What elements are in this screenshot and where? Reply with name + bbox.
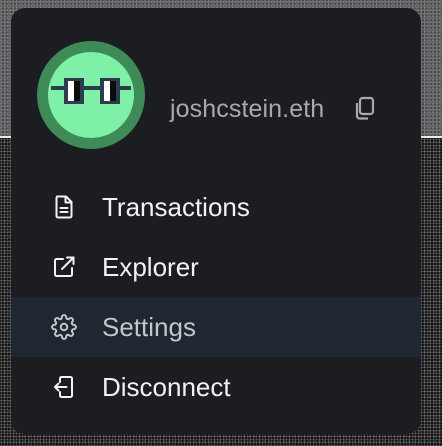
account-profile: joshcstein.eth xyxy=(11,8,421,183)
menu-item-label: Transactions xyxy=(102,192,250,222)
menu-item-label: Explorer xyxy=(102,252,199,282)
menu-item-settings[interactable]: Settings xyxy=(11,297,421,357)
document-icon xyxy=(51,194,77,220)
external-link-icon xyxy=(51,254,77,280)
menu-item-label: Disconnect xyxy=(102,372,231,402)
account-dropdown-menu: joshcstein.eth Transactions Explorer Set… xyxy=(11,8,421,434)
copy-icon[interactable] xyxy=(352,95,378,121)
nerd-glasses-avatar-icon xyxy=(37,41,145,149)
menu-item-transactions[interactable]: Transactions xyxy=(11,177,421,237)
ens-name: joshcstein.eth xyxy=(170,95,325,123)
avatar xyxy=(37,41,145,149)
menu-item-explorer[interactable]: Explorer xyxy=(11,237,421,297)
menu-item-disconnect[interactable]: Disconnect xyxy=(11,357,421,417)
exit-door-icon xyxy=(51,374,77,400)
gear-icon xyxy=(51,314,77,340)
menu-item-label: Settings xyxy=(102,312,196,342)
